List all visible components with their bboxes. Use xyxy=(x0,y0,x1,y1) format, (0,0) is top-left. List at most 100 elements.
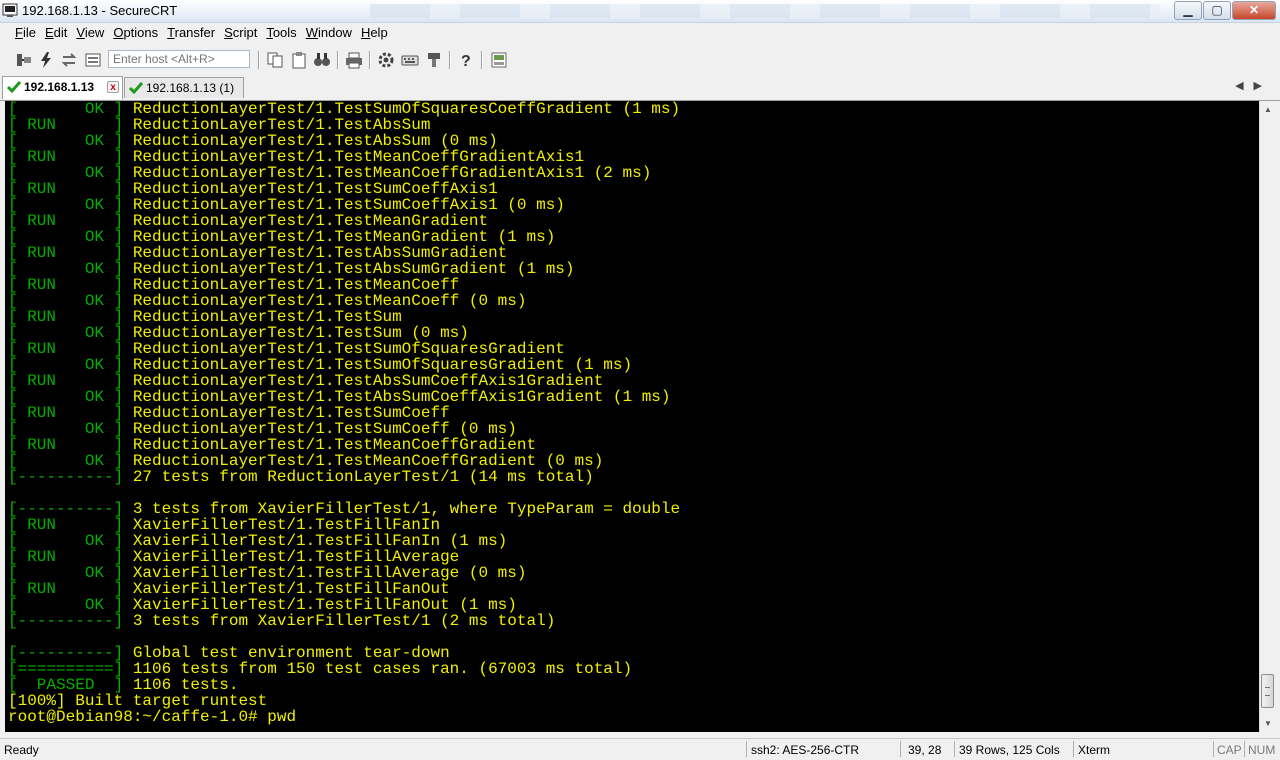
session-manager-icon[interactable] xyxy=(490,51,508,69)
menu-script[interactable]: Script xyxy=(224,23,257,43)
terminal-output[interactable]: [ OK ] ReductionLayerTest/1.TestSumOfSqu… xyxy=(5,101,1259,732)
connect-icon[interactable] xyxy=(15,51,33,69)
reconnect-icon[interactable] xyxy=(60,51,78,69)
toolbar-separator xyxy=(481,51,483,69)
status-separator xyxy=(1073,741,1074,757)
terminal-line: [ RUN ] ReductionLayerTest/1.TestSumOfSq… xyxy=(8,341,680,357)
menu-edit[interactable]: Edit xyxy=(45,23,67,43)
tab-prev-icon[interactable]: ◀ xyxy=(1235,80,1253,92)
terminal-line: [ RUN ] ReductionLayerTest/1.TestAbsSumC… xyxy=(8,373,680,389)
menu-transfer[interactable]: Transfer xyxy=(167,23,215,43)
status-cipher: ssh2: AES-256-CTR xyxy=(751,743,860,757)
menu-window[interactable]: Window xyxy=(306,23,352,43)
status-num-lock: NUM xyxy=(1248,743,1276,757)
terminal-line-text: 27 tests from ReductionLayerTest/1 (14 m… xyxy=(123,468,594,486)
terminal-line: [ OK ] ReductionLayerTest/1.TestMeanCoef… xyxy=(8,453,680,469)
quick-connect-host-input[interactable] xyxy=(108,50,250,68)
terminal-lines: [ OK ] ReductionLayerTest/1.TestSumOfSqu… xyxy=(8,101,680,725)
test-status-tag: [----------] xyxy=(8,468,124,486)
tab-label: 192.168.1.13 xyxy=(24,80,95,94)
test-status-tag: [----------] xyxy=(8,612,124,630)
scroll-up-icon[interactable]: ▲ xyxy=(1260,101,1276,118)
toolbar: ? xyxy=(0,46,1280,74)
menu-options[interactable]: Options xyxy=(113,23,158,43)
window-controls: ▁ ▢ ✕ xyxy=(1173,1,1276,20)
copy-icon[interactable] xyxy=(266,51,284,69)
terminal-line: [ OK ] ReductionLayerTest/1.TestSumCoeff… xyxy=(8,421,680,437)
svg-text:?: ? xyxy=(461,53,471,69)
terminal-line: [ OK ] ReductionLayerTest/1.TestSumOfSqu… xyxy=(8,357,680,373)
terminal-line: [----------] 3 tests from XavierFillerTe… xyxy=(8,613,680,629)
terminal-line: [ OK ] XavierFillerTest/1.TestFillFanOut… xyxy=(8,597,680,613)
menu-file[interactable]: File xyxy=(15,23,36,43)
paste-icon[interactable] xyxy=(290,51,308,69)
keymap-icon[interactable] xyxy=(401,51,419,69)
status-caps-lock: CAP xyxy=(1217,743,1242,757)
terminal-line: [ OK ] ReductionLayerTest/1.TestMeanCoef… xyxy=(8,293,680,309)
terminal-line: [ RUN ] XavierFillerTest/1.TestFillFanIn xyxy=(8,517,680,533)
minimize-button[interactable]: ▁ xyxy=(1174,1,1202,20)
window-title: 192.168.1.13 - SecureCRT xyxy=(22,3,178,18)
vertical-scrollbar[interactable]: ▲ ▼ xyxy=(1259,101,1276,732)
terminal-line: [ RUN ] ReductionLayerTest/1.TestSumCoef… xyxy=(8,181,680,197)
maximize-button[interactable]: ▢ xyxy=(1203,1,1231,20)
print-icon[interactable] xyxy=(345,51,363,69)
menu-help[interactable]: Help xyxy=(361,23,388,43)
terminal-line: [ RUN ] ReductionLayerTest/1.TestMeanGra… xyxy=(8,213,680,229)
terminal-line: [ RUN ] ReductionLayerTest/1.TestMeanCoe… xyxy=(8,437,680,453)
connected-check-icon xyxy=(6,80,22,94)
menu-tools[interactable]: Tools xyxy=(266,23,296,43)
scrollbar-thumb[interactable] xyxy=(1261,674,1274,708)
terminal-line: [ RUN ] ReductionLayerTest/1.TestMeanCoe… xyxy=(8,277,680,293)
status-separator xyxy=(746,741,747,757)
tab-session-192-168-1-13[interactable]: 192.168.1.13 x xyxy=(2,76,123,99)
terminal-line: [ OK ] ReductionLayerTest/1.TestSumCoeff… xyxy=(8,197,680,213)
status-terminal-size: 39 Rows, 125 Cols xyxy=(959,743,1060,757)
terminal-line: [ OK ] ReductionLayerTest/1.TestAbsSumCo… xyxy=(8,389,680,405)
title-bar: 192.168.1.13 - SecureCRT ▁ ▢ ✕ xyxy=(0,0,1280,23)
menu-bar: File Edit View Options Transfer Script T… xyxy=(0,23,1280,43)
terminal-line: [ RUN ] ReductionLayerTest/1.TestMeanCoe… xyxy=(8,149,680,165)
sftp-icon[interactable] xyxy=(425,51,443,69)
close-button[interactable]: ✕ xyxy=(1232,1,1276,20)
tab-close-icon[interactable]: x xyxy=(107,81,119,93)
status-separator xyxy=(954,741,955,757)
terminal-line: [ OK ] ReductionLayerTest/1.TestMeanGrad… xyxy=(8,229,680,245)
terminal-line: [----------] 27 tests from ReductionLaye… xyxy=(8,469,680,485)
terminal-line-text: 3 tests from XavierFillerTest/1 (2 ms to… xyxy=(123,612,556,630)
status-cursor-position: 39, 28 xyxy=(908,743,942,757)
blurred-taskbar-region xyxy=(370,4,1160,18)
find-icon[interactable] xyxy=(313,51,331,69)
terminal-line: root@Debian98:~/caffe-1.0# pwd xyxy=(8,709,680,725)
terminal-line: [ OK ] ReductionLayerTest/1.TestSum (0 m… xyxy=(8,325,680,341)
tab-session-192-168-1-13-1[interactable]: 192.168.1.13 (1) xyxy=(124,77,244,98)
help-icon[interactable]: ? xyxy=(457,51,475,69)
status-separator xyxy=(1213,741,1214,757)
terminal-line: [ OK ] XavierFillerTest/1.TestFillAverag… xyxy=(8,565,680,581)
tab-scroll-arrows: ◀▶ xyxy=(1235,79,1272,92)
lightning-icon[interactable] xyxy=(37,51,55,69)
terminal-line: [ RUN ] ReductionLayerTest/1.TestAbsSumG… xyxy=(8,245,680,261)
menu-view[interactable]: View xyxy=(76,23,104,43)
tab-next-icon[interactable]: ▶ xyxy=(1254,80,1272,92)
settings-icon[interactable] xyxy=(377,51,395,69)
terminal-line: [ RUN ] XavierFillerTest/1.TestFillAvera… xyxy=(8,549,680,565)
terminal-line: [ OK ] XavierFillerTest/1.TestFillFanIn … xyxy=(8,533,680,549)
status-ready: Ready xyxy=(4,743,39,757)
status-bar: Ready ssh2: AES-256-CTR 39, 28 39 Rows, … xyxy=(0,738,1280,760)
terminal-line: [ OK ] ReductionLayerTest/1.TestSumOfSqu… xyxy=(8,101,680,117)
session-tab-bar: 192.168.1.13 x 192.168.1.13 (1) ◀▶ xyxy=(0,74,1280,101)
toolbar-separator xyxy=(337,51,339,69)
toolbar-separator xyxy=(258,51,260,69)
terminal-line: [ OK ] ReductionLayerTest/1.TestAbsSumGr… xyxy=(8,261,680,277)
terminal-line: [ RUN ] ReductionLayerTest/1.TestSum xyxy=(8,309,680,325)
terminal-line: [----------] Global test environment tea… xyxy=(8,645,680,661)
securecrt-app-icon[interactable] xyxy=(2,2,18,18)
toolbar-separator xyxy=(449,51,451,69)
sessions-icon[interactable] xyxy=(84,51,102,69)
terminal-line-text: root@Debian98:~/caffe-1.0# pwd xyxy=(8,708,297,726)
scroll-down-icon[interactable]: ▼ xyxy=(1260,715,1276,732)
terminal-line: [ RUN ] ReductionLayerTest/1.TestSumCoef… xyxy=(8,405,680,421)
connected-check-icon xyxy=(128,81,144,95)
